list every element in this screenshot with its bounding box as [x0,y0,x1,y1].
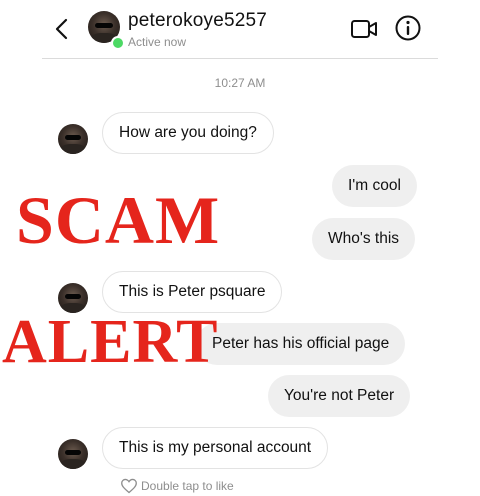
double-tap-like-hint[interactable]: Double tap to like [120,478,234,494]
message-bubble-incoming[interactable]: This is my personal account [102,427,329,469]
message-text: You're not Peter [284,387,395,404]
message-text: How are you doing? [119,124,257,141]
sender-avatar[interactable] [58,439,88,469]
message-bubble-outgoing[interactable]: Peter has his official page [196,323,406,365]
message-bubble-incoming[interactable]: This is Peter psquare [102,271,283,313]
heart-icon [121,478,137,494]
scam-overlay-text: SCAM [16,182,221,258]
message-bubble-outgoing[interactable]: You're not Peter [268,375,411,417]
message-text: This is my personal account [119,439,312,456]
message-text: This is Peter psquare [119,283,266,300]
sender-avatar[interactable] [58,283,88,313]
chat-header: peterokoye5257 Active now [42,0,438,59]
message-text: Who's this [328,230,400,247]
chevron-left-icon[interactable] [50,14,74,44]
message-text: Peter has his official page [212,335,390,352]
like-hint-text: Double tap to like [141,479,234,493]
video-camera-icon[interactable] [350,18,378,40]
message-bubble-outgoing[interactable]: Who's this [312,218,416,260]
message-bubble-outgoing[interactable]: I'm cool [332,165,417,207]
active-status: Active now [128,35,187,49]
sender-avatar[interactable] [58,124,88,154]
message-text: I'm cool [348,177,401,194]
alert-overlay-text: ALERT [2,308,219,376]
info-icon[interactable] [394,14,422,42]
online-indicator [111,36,125,50]
contact-username[interactable]: peterokoye5257 [128,10,267,32]
message-timestamp: 10:27 AM [214,76,266,90]
message-bubble-incoming[interactable]: How are you doing? [102,112,274,154]
